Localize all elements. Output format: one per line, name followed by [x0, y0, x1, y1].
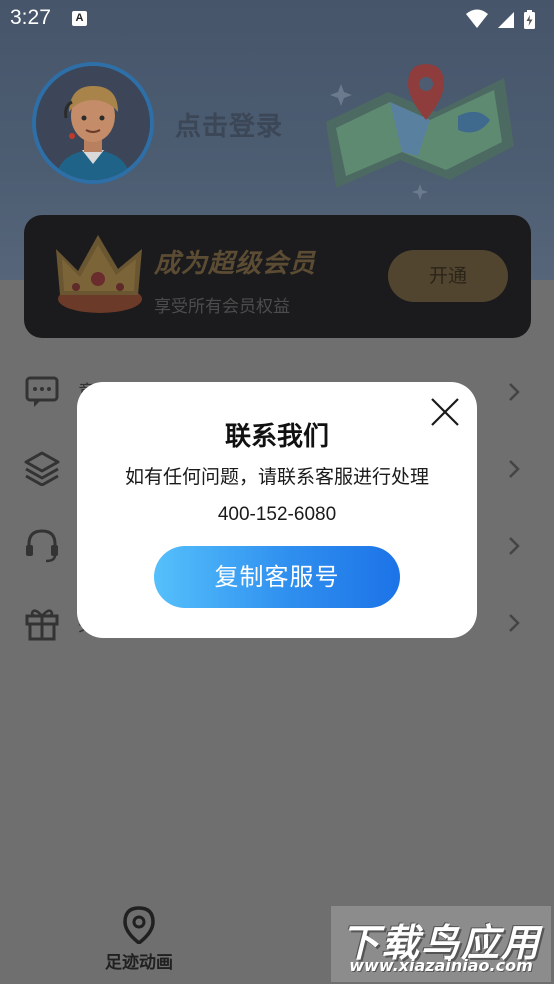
contact-dialog: 联系我们 如有任何问题，请联系客服进行处理 400-152-6080 复制客服号 [77, 382, 477, 638]
dialog-title: 联系我们 [224, 422, 329, 452]
bottom-nav-footprint[interactable]: 足迹动画 [96, 906, 182, 973]
avatar[interactable] [32, 62, 154, 184]
bottom-nav-label: 足迹动画 [105, 953, 173, 973]
status-bar: 3:27 A [0, 0, 554, 38]
vip-title: 成为超级会员 [154, 249, 317, 279]
status-time: 3:27 [10, 6, 51, 29]
screen: 3:27 A 点击登录 成为超级会员 享受所有会员权益 开通 足迹动画 下载鸟应… [0, 0, 554, 984]
dialog-phone: 400-152-6080 [217, 504, 337, 525]
status-icons [466, 9, 535, 29]
notification-icon: A [72, 11, 87, 26]
copy-service-number-button[interactable]: 复制客服号 [154, 546, 400, 608]
chevron-right-icon [509, 383, 520, 401]
crown-icon [56, 235, 142, 313]
chevron-right-icon [509, 460, 520, 478]
message-icon [25, 376, 59, 407]
signal-icon [498, 12, 514, 28]
vip-subtitle: 享受所有会员权益 [154, 297, 290, 317]
avatar-icon [36, 66, 150, 180]
headset-icon [26, 529, 58, 563]
chevron-right-icon [509, 537, 520, 555]
login-text[interactable]: 点击登录 [175, 106, 283, 143]
vip-open-button[interactable]: 开通 [388, 250, 508, 302]
watermark-url: www.xiazainiao.com [349, 956, 533, 975]
battery-charging-icon [524, 10, 535, 29]
layers-icon [24, 451, 60, 486]
wifi-icon [466, 9, 488, 28]
watermark: 下载鸟应用 www.xiazainiao.com [331, 906, 551, 982]
dialog-description: 如有任何问题，请联系客服进行处理 [124, 466, 429, 488]
location-pin-icon [123, 906, 155, 944]
vip-card[interactable]: 成为超级会员 享受所有会员权益 开通 [24, 215, 531, 338]
map-illustration [326, 64, 514, 200]
gift-icon [25, 609, 59, 641]
chevron-right-icon [509, 614, 520, 632]
